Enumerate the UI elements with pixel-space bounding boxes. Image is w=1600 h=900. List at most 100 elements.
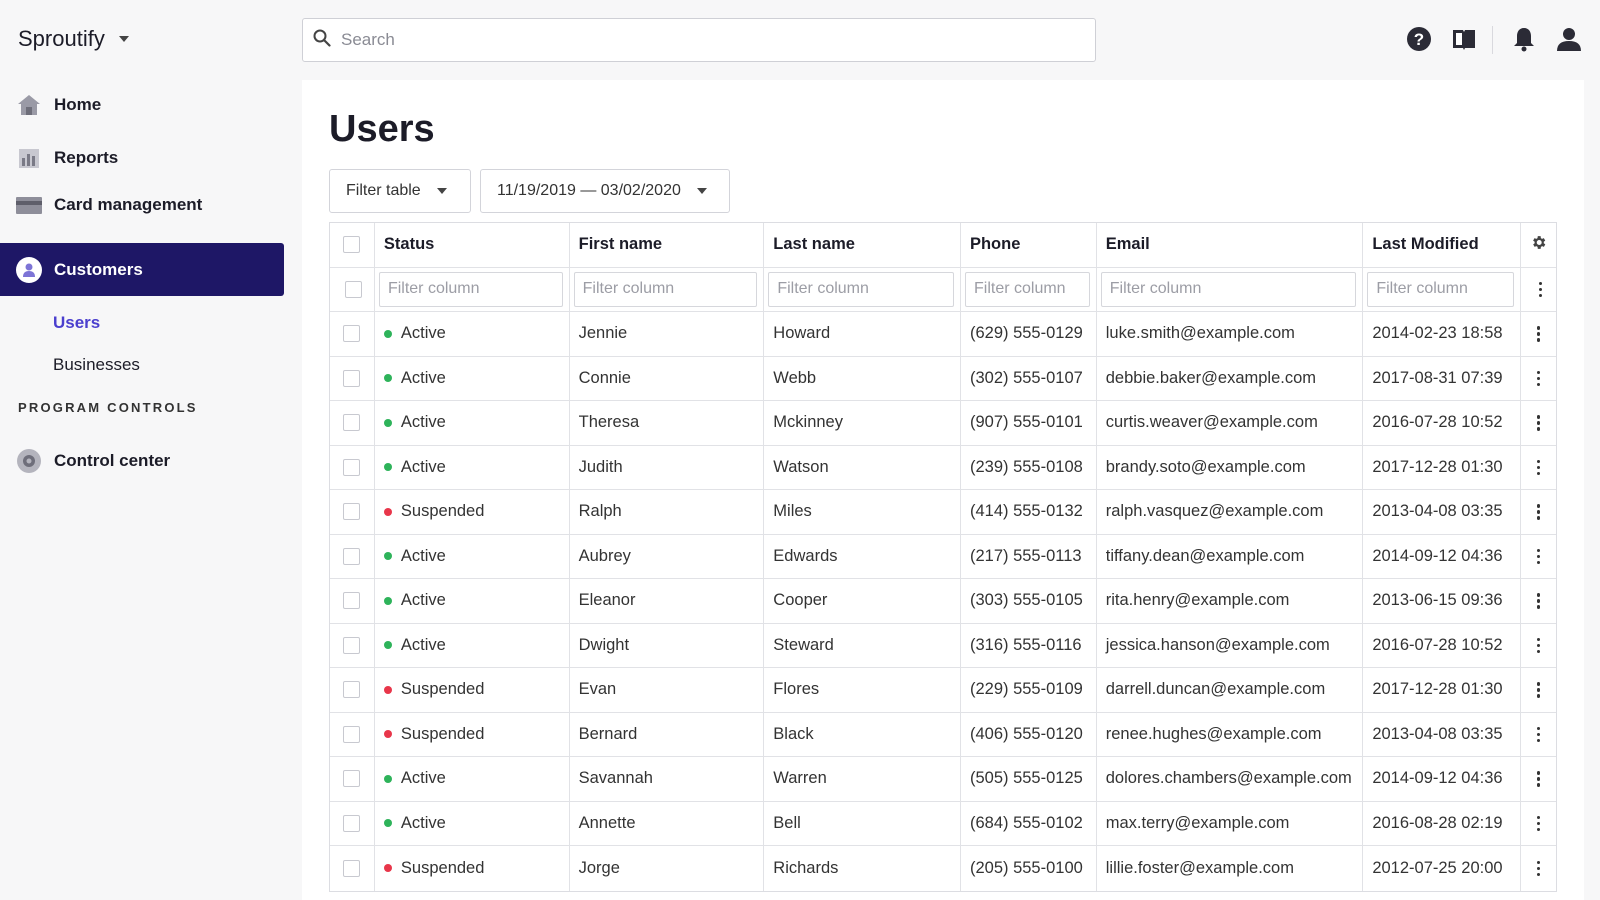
column-header-status[interactable]: Status xyxy=(375,223,570,267)
first-name-cell: Judith xyxy=(570,445,765,489)
sidebar-item-home[interactable]: Home xyxy=(16,92,101,118)
table-row[interactable]: Suspended Evan Flores (229) 555-0109 darrell… xyxy=(330,668,1556,713)
filter-last-modified-input[interactable] xyxy=(1367,271,1515,307)
email-cell: luke.smith@example.com xyxy=(1097,312,1364,356)
more-vertical-icon[interactable] xyxy=(1538,281,1543,297)
more-vertical-icon[interactable] xyxy=(1536,415,1541,431)
row-checkbox[interactable] xyxy=(343,636,361,654)
table-row[interactable]: Suspended Jorge Richards (205) 555-0100 lill… xyxy=(330,846,1556,891)
row-checkbox[interactable] xyxy=(343,592,361,610)
more-vertical-icon[interactable] xyxy=(1536,548,1541,564)
help-icon[interactable]: ? xyxy=(1406,26,1434,54)
reports-icon xyxy=(16,145,42,171)
sidebar-subitem-users[interactable]: Users xyxy=(53,313,100,333)
row-checkbox-cell xyxy=(330,712,375,756)
row-checkbox[interactable] xyxy=(345,280,363,298)
last-modified-cell: 2017-08-31 07:39 xyxy=(1363,356,1522,400)
email-cell: debbie.baker@example.com xyxy=(1097,356,1364,400)
first-name-cell: Jennie xyxy=(570,312,765,356)
more-vertical-icon[interactable] xyxy=(1536,682,1541,698)
sidebar-item-control-center[interactable]: Control center xyxy=(16,448,170,474)
date-range-picker[interactable]: 11/19/2019 — 03/02/2020 xyxy=(480,169,730,213)
search-bar[interactable] xyxy=(302,18,1096,62)
more-vertical-icon[interactable] xyxy=(1536,726,1541,742)
more-vertical-icon[interactable] xyxy=(1536,860,1541,876)
row-checkbox[interactable] xyxy=(343,859,361,877)
row-checkbox[interactable] xyxy=(343,547,361,565)
date-range-label: 11/19/2019 — 03/02/2020 xyxy=(497,182,681,199)
table-row[interactable]: Active Connie Webb (302) 555-0107 debbie.bak… xyxy=(330,356,1556,401)
column-header-last-name[interactable]: Last name xyxy=(764,223,961,267)
table-row[interactable]: Suspended Bernard Black (406) 555-0120 renee… xyxy=(330,712,1556,757)
column-header-first-name[interactable]: First name xyxy=(570,223,765,267)
email-cell: ralph.vasquez@example.com xyxy=(1097,490,1364,534)
phone-cell: (684) 555-0102 xyxy=(961,801,1097,845)
row-checkbox[interactable] xyxy=(343,503,361,521)
table-row[interactable]: Active Theresa Mckinney (907) 555-0101 curti… xyxy=(330,401,1556,446)
more-vertical-icon[interactable] xyxy=(1536,370,1541,386)
column-header-email[interactable]: Email xyxy=(1097,223,1364,267)
last-modified-cell: 2017-12-28 01:30 xyxy=(1363,668,1522,712)
last-name-cell: Miles xyxy=(764,490,961,534)
filter-table-button[interactable]: Filter table xyxy=(329,169,471,213)
filter-first-name-input[interactable] xyxy=(573,271,758,307)
user-icon[interactable] xyxy=(1556,26,1584,54)
last-modified-cell: 2014-02-23 18:58 xyxy=(1363,312,1522,356)
filter-status-input[interactable] xyxy=(378,271,563,307)
status-cell: Suspended xyxy=(375,712,570,756)
table-row[interactable]: Active Dwight Steward (316) 555-0116 jessica… xyxy=(330,623,1556,668)
more-vertical-icon[interactable] xyxy=(1536,459,1541,475)
more-vertical-icon[interactable] xyxy=(1536,504,1541,520)
row-checkbox-cell xyxy=(330,846,375,891)
row-checkbox[interactable] xyxy=(343,681,361,699)
filter-cell xyxy=(570,267,765,311)
bell-icon[interactable] xyxy=(1512,26,1540,54)
phone-cell: (217) 555-0113 xyxy=(961,534,1097,578)
more-vertical-icon[interactable] xyxy=(1536,815,1541,831)
last-name-cell: Mckinney xyxy=(764,401,961,445)
status-dot-icon xyxy=(383,774,392,783)
more-vertical-icon[interactable] xyxy=(1536,593,1541,609)
select-all-checkbox[interactable] xyxy=(343,236,361,254)
row-checkbox[interactable] xyxy=(343,770,361,788)
filter-row-menu-cell xyxy=(1521,268,1556,312)
sidebar-subitem-businesses[interactable]: Businesses xyxy=(53,355,140,375)
status-cell: Active xyxy=(375,534,570,578)
table-row[interactable]: Suspended Ralph Miles (414) 555-0132 ralph.v… xyxy=(330,490,1556,535)
sidebar-item-customers[interactable]: Customers xyxy=(0,243,284,296)
email-cell: tiffany.dean@example.com xyxy=(1097,534,1364,578)
users-table: Status First name Last name Phone Email … xyxy=(329,222,1557,892)
filter-phone-input[interactable] xyxy=(964,271,1090,307)
book-icon[interactable] xyxy=(1451,26,1479,54)
row-checkbox[interactable] xyxy=(343,414,361,432)
row-checkbox[interactable] xyxy=(343,369,361,387)
status-cell: Active xyxy=(375,757,570,801)
row-checkbox[interactable] xyxy=(343,725,361,743)
search-input[interactable] xyxy=(341,30,1061,50)
filter-email-input[interactable] xyxy=(1100,271,1357,307)
first-name-cell: Dwight xyxy=(570,623,765,667)
table-row[interactable]: Active Eleanor Cooper (303) 555-0105 rita.he… xyxy=(330,579,1556,624)
sidebar-item-reports[interactable]: Reports xyxy=(16,145,118,171)
column-header-last-modified[interactable]: Last Modified xyxy=(1363,223,1522,267)
table-row[interactable]: Active Savannah Warren (505) 555-0125 dolore… xyxy=(330,757,1556,802)
table-row[interactable]: Active Aubrey Edwards (217) 555-0113 tiffany… xyxy=(330,534,1556,579)
row-checkbox[interactable] xyxy=(343,325,361,343)
app-switcher[interactable]: Sproutify xyxy=(18,26,129,52)
more-vertical-icon[interactable] xyxy=(1536,637,1541,653)
row-checkbox-cell xyxy=(330,668,375,712)
email-cell: max.terry@example.com xyxy=(1097,801,1364,845)
row-checkbox[interactable] xyxy=(343,458,361,476)
table-row[interactable]: Active Jennie Howard (629) 555-0129 luke.smi… xyxy=(330,312,1556,357)
sidebar-item-card-management[interactable]: Card management xyxy=(16,192,202,218)
filter-cell xyxy=(1097,267,1364,311)
table-row[interactable]: Active Annette Bell (684) 555-0102 max.terry… xyxy=(330,801,1556,846)
more-vertical-icon[interactable] xyxy=(1536,326,1541,342)
filter-last-name-input[interactable] xyxy=(768,271,954,307)
row-checkbox[interactable] xyxy=(343,814,361,832)
gear-icon[interactable] xyxy=(1530,234,1547,256)
last-name-cell: Black xyxy=(764,712,961,756)
column-header-phone[interactable]: Phone xyxy=(961,223,1097,267)
table-row[interactable]: Active Judith Watson (239) 555-0108 brandy.s… xyxy=(330,445,1556,490)
more-vertical-icon[interactable] xyxy=(1536,771,1541,787)
